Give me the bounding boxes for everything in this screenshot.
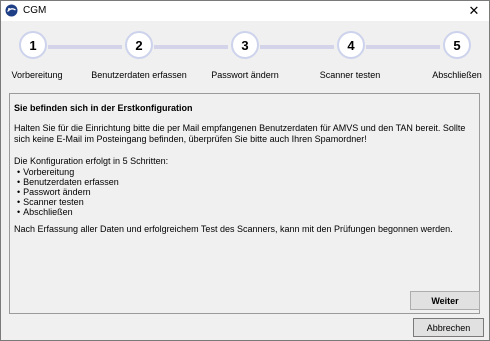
list-item: Benutzerdaten erfassen (17, 177, 119, 187)
list-item: Vorbereitung (17, 167, 119, 177)
step-1-circle: 1 (19, 31, 47, 59)
title-bar: CGM ✕ (1, 1, 489, 21)
step-3-label: Passwort ändern (211, 70, 279, 80)
step-5-circle: 5 (443, 31, 471, 59)
close-icon: ✕ (468, 3, 480, 18)
steps-intro: Die Konfiguration erfolgt in 5 Schritten… (14, 156, 169, 166)
content-panel: Sie befinden sich in der Erstkonfigurati… (9, 93, 480, 314)
info-paragraph: Halten Sie für die Einrichtung bitte die… (14, 123, 466, 144)
step-4-circle: 4 (337, 31, 365, 59)
list-item: Passwort ändern (17, 187, 119, 197)
steps-list: Vorbereitung Benutzerdaten erfassen Pass… (17, 167, 119, 217)
dialog-window: CGM ✕ 1 2 3 4 5 Vorbereitung Benutzerdat… (0, 0, 490, 341)
content-title: Sie befinden sich in der Erstkonfigurati… (14, 103, 193, 113)
list-item: Scanner testen (17, 197, 119, 207)
step-2-label: Benutzerdaten erfassen (91, 70, 187, 80)
cancel-button[interactable]: Abbrechen (413, 318, 484, 337)
step-1-label: Vorbereitung (11, 70, 63, 80)
step-4-label: Scanner testen (319, 70, 381, 80)
final-note: Nach Erfassung aller Daten und erfolgrei… (14, 224, 453, 234)
step-connector (154, 45, 228, 49)
step-2-circle: 2 (125, 31, 153, 59)
app-logo-icon (5, 4, 18, 17)
step-indicator: 1 2 3 4 5 Vorbereitung Benutzerdaten erf… (1, 29, 489, 85)
window-title: CGM (23, 5, 47, 16)
list-item: Abschließen (17, 207, 119, 217)
step-connector (366, 45, 440, 49)
close-button[interactable]: ✕ (459, 1, 489, 21)
step-connector (48, 45, 122, 49)
step-3-circle: 3 (231, 31, 259, 59)
step-5-label: Abschließen (432, 70, 482, 80)
next-button[interactable]: Weiter (410, 291, 480, 310)
step-connector (260, 45, 334, 49)
